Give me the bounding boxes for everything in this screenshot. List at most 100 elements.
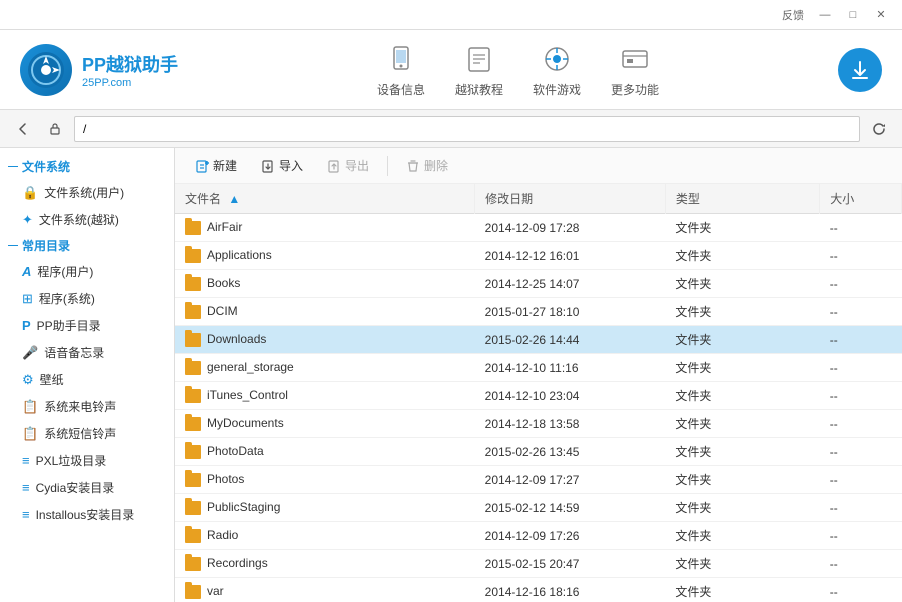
- installous-install-icon: ≡: [22, 507, 30, 522]
- table-row[interactable]: MyDocuments2014-12-18 13:58文件夹--: [175, 410, 902, 438]
- nav-device[interactable]: 设备信息: [377, 41, 425, 98]
- wallpaper-icon: ⚙: [22, 372, 34, 388]
- sidebar-item-fs-user-label: 文件系统(用户): [44, 184, 124, 201]
- back-button[interactable]: [10, 116, 36, 142]
- table-row[interactable]: Radio2014-12-09 17:26文件夹--: [175, 522, 902, 550]
- cell-name: general_storage: [175, 354, 475, 382]
- cell-type: 文件夹: [665, 466, 819, 494]
- cell-type: 文件夹: [665, 270, 819, 298]
- table-row[interactable]: DCIM2015-01-27 18:10文件夹--: [175, 298, 902, 326]
- close-button[interactable]: ✕: [868, 5, 894, 25]
- feedback-label[interactable]: 反馈: [782, 7, 804, 23]
- pxl-trash-icon: ≡: [22, 453, 30, 468]
- table-row[interactable]: iTunes_Control2014-12-10 23:04文件夹--: [175, 382, 902, 410]
- sort-arrow-icon: ▲: [228, 192, 240, 206]
- folder-icon: [185, 277, 201, 291]
- sidebar-item-fs-jailbreak[interactable]: ✦ 文件系统(越狱): [0, 206, 174, 233]
- col-header-name[interactable]: 文件名 ▲: [175, 184, 475, 214]
- folder-icon: [185, 249, 201, 263]
- nav-jailbreak-label: 越狱教程: [455, 81, 503, 98]
- export-button[interactable]: 导出: [317, 153, 379, 178]
- sidebar-item-ringtone[interactable]: 📋 系统来电铃声: [0, 393, 174, 420]
- cell-size: --: [820, 438, 902, 466]
- table-row[interactable]: AirFair2014-12-09 17:28文件夹--: [175, 214, 902, 242]
- sidebar-item-sms-tone[interactable]: 📋 系统短信铃声: [0, 420, 174, 447]
- sidebar-section-common[interactable]: — 常用目录: [0, 233, 174, 258]
- nav-more[interactable]: 更多功能: [611, 41, 659, 98]
- sidebar-item-pxl-trash[interactable]: ≡ PXL垃圾目录: [0, 447, 174, 474]
- nav-more-label: 更多功能: [611, 81, 659, 98]
- import-label: 导入: [279, 157, 303, 174]
- download-button[interactable]: [838, 48, 882, 92]
- table-row[interactable]: Books2014-12-25 14:07文件夹--: [175, 270, 902, 298]
- cell-type: 文件夹: [665, 242, 819, 270]
- lock-icon: 🔒: [22, 185, 38, 201]
- sidebar-item-wallpaper[interactable]: ⚙ 壁纸: [0, 366, 174, 393]
- table-row[interactable]: Recordings2015-02-15 20:47文件夹--: [175, 550, 902, 578]
- table-row[interactable]: var2014-12-16 18:16文件夹--: [175, 578, 902, 602]
- cell-date: 2015-01-27 18:10: [475, 298, 666, 326]
- table-row[interactable]: PhotoData2015-02-26 13:45文件夹--: [175, 438, 902, 466]
- cell-size: --: [820, 242, 902, 270]
- software-icon: [539, 41, 575, 77]
- file-panel: 新建 导入 导出 删除 文件名: [175, 148, 902, 602]
- nav-device-label: 设备信息: [377, 81, 425, 98]
- nav-jailbreak[interactable]: 越狱教程: [455, 41, 503, 98]
- table-row[interactable]: Photos2014-12-09 17:27文件夹--: [175, 466, 902, 494]
- sidebar-item-sms-tone-label: 系统短信铃声: [44, 425, 116, 442]
- cell-type: 文件夹: [665, 298, 819, 326]
- col-header-size[interactable]: 大小: [820, 184, 902, 214]
- sidebar-item-pp-dir-label: PP助手目录: [37, 317, 101, 334]
- cell-size: --: [820, 494, 902, 522]
- export-icon: [327, 159, 341, 173]
- cell-name: var: [175, 578, 475, 602]
- sidebar-item-voice-memo[interactable]: 🎤 语音备忘录: [0, 339, 174, 366]
- cell-type: 文件夹: [665, 382, 819, 410]
- cell-type: 文件夹: [665, 410, 819, 438]
- sidebar-item-cydia-install[interactable]: ≡ Cydia安装目录: [0, 474, 174, 501]
- header: PP越狱助手 25PP.com 设备信息: [0, 30, 902, 110]
- col-header-type[interactable]: 类型: [665, 184, 819, 214]
- export-label: 导出: [345, 157, 369, 174]
- folder-icon: [185, 473, 201, 487]
- sidebar-item-pxl-trash-label: PXL垃圾目录: [36, 452, 107, 469]
- refresh-button[interactable]: [866, 116, 892, 142]
- cell-name: Recordings: [175, 550, 475, 578]
- cell-date: 2014-12-25 14:07: [475, 270, 666, 298]
- cell-name: AirFair: [175, 214, 475, 242]
- folder-icon: [185, 333, 201, 347]
- sidebar-item-app-sys[interactable]: ⊞ 程序(系统): [0, 285, 174, 312]
- table-row[interactable]: general_storage2014-12-10 11:16文件夹--: [175, 354, 902, 382]
- address-input[interactable]: [74, 116, 860, 142]
- cell-size: --: [820, 270, 902, 298]
- maximize-button[interactable]: □: [840, 5, 866, 25]
- import-icon: [261, 159, 275, 173]
- cell-size: --: [820, 466, 902, 494]
- table-row[interactable]: Applications2014-12-12 16:01文件夹--: [175, 242, 902, 270]
- col-header-date[interactable]: 修改日期: [475, 184, 666, 214]
- cell-date: 2014-12-09 17:27: [475, 466, 666, 494]
- nav-software[interactable]: 软件游戏: [533, 41, 581, 98]
- sidebar-item-fs-user[interactable]: 🔒 文件系统(用户): [0, 179, 174, 206]
- sidebar-item-app-user[interactable]: A 程序(用户): [0, 258, 174, 285]
- delete-button[interactable]: 删除: [396, 153, 458, 178]
- cell-type: 文件夹: [665, 522, 819, 550]
- table-row[interactable]: PublicStaging2015-02-12 14:59文件夹--: [175, 494, 902, 522]
- address-bar: [0, 110, 902, 148]
- minimize-button[interactable]: —: [812, 5, 838, 25]
- ringtone-icon: 📋: [22, 399, 38, 415]
- folder-icon: [185, 361, 201, 375]
- logo-text: PP越狱助手 25PP.com: [82, 51, 178, 89]
- table-row[interactable]: Downloads2015-02-26 14:44文件夹--: [175, 326, 902, 354]
- lock-icon: [42, 116, 68, 142]
- cell-name: MyDocuments: [175, 410, 475, 438]
- cell-name: PublicStaging: [175, 494, 475, 522]
- sidebar-item-pp-dir[interactable]: P PP助手目录: [0, 312, 174, 339]
- sidebar-item-installous-install[interactable]: ≡ Installous安装目录: [0, 501, 174, 528]
- new-button[interactable]: 新建: [185, 153, 247, 178]
- content-area: — 文件系统 🔒 文件系统(用户) ✦ 文件系统(越狱) — 常用目录 A 程序…: [0, 148, 902, 602]
- import-button[interactable]: 导入: [251, 153, 313, 178]
- cell-date: 2014-12-09 17:26: [475, 522, 666, 550]
- cell-size: --: [820, 354, 902, 382]
- sidebar-section-filesystem[interactable]: — 文件系统: [0, 154, 174, 179]
